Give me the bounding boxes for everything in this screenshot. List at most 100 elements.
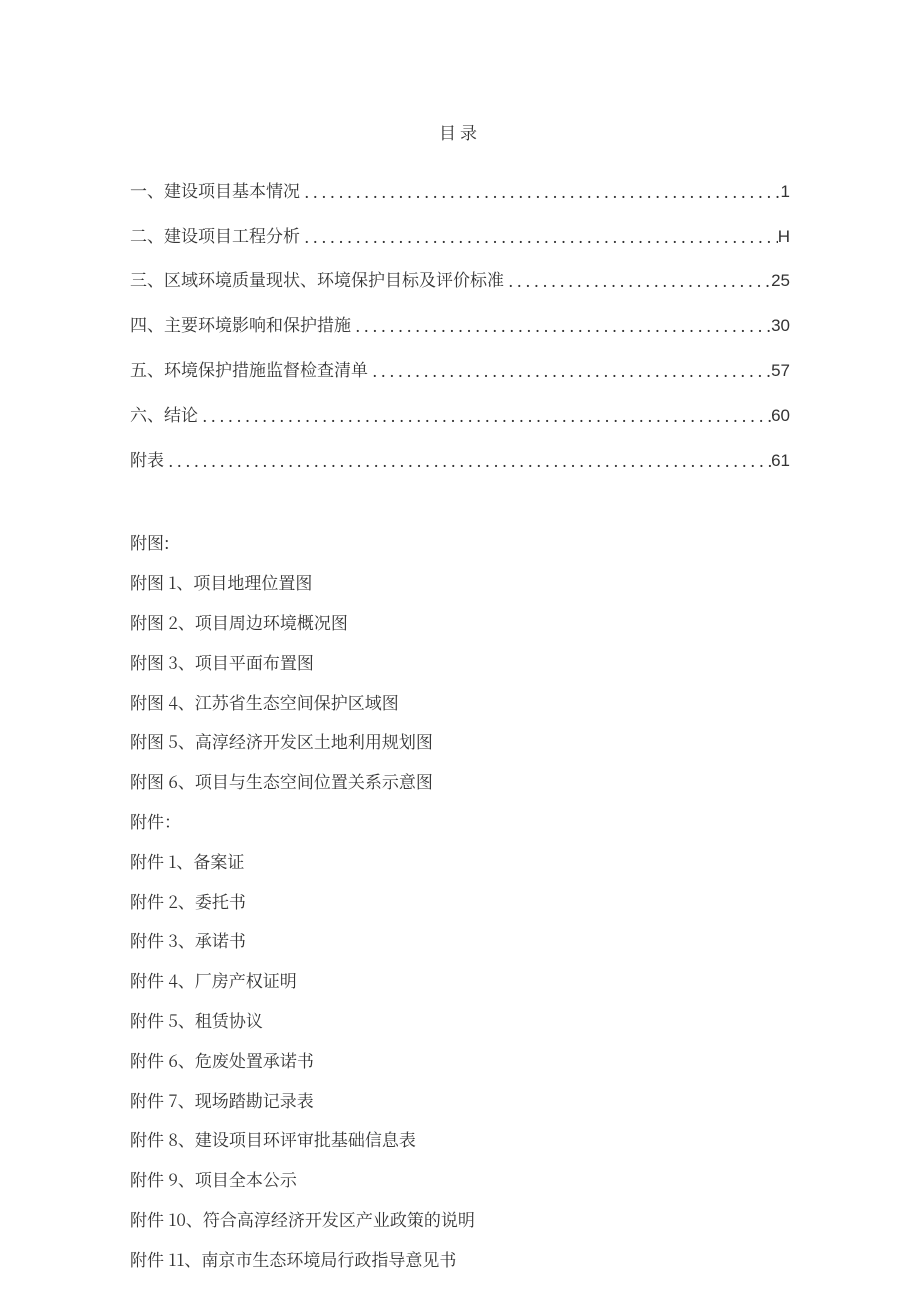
item-prefix: 附图 [130,768,164,793]
list-item: 附图 1、项目地理位置图 [130,570,790,594]
toc-entry: 六、结论 60 [130,402,790,428]
list-item: 附图 6、项目与生态空间位置关系示意图 [130,769,790,793]
item-text: 委托书 [195,888,246,913]
item-prefix: 附件 [130,1126,164,1151]
item-text: 现场踏勘记录表 [195,1087,314,1112]
list-item: 附图 3、项目平面布置图 [130,650,790,674]
item-sep: 、 [186,1206,203,1231]
toc-label: 五、环境保护措施监督检查清单 [130,357,368,381]
list-item: 附件 6、危废处置承诺书 [130,1048,790,1072]
list-item: 附件 7、现场踏勘记录表 [130,1088,790,1112]
toc-entry: 附表 61 [130,447,790,473]
item-number: 3 [168,927,177,952]
toc-leader [198,403,771,427]
item-number: 11 [168,1246,184,1271]
toc-page-number: 61 [771,449,790,473]
item-prefix: 附图 [130,649,164,674]
item-sep: 、 [178,1047,195,1072]
list-item: 附件 11、南京市生态环境局行政指导意见书 [130,1247,790,1271]
item-text: 备案证 [193,848,244,873]
list-item: 附图 5、高淳经济开发区土地利用规划图 [130,729,790,753]
item-prefix: 附图 [130,609,164,634]
toc-page-number: 1 [781,180,790,204]
list-item: 附件 4、厂房产权证明 [130,968,790,992]
toc-leader [300,224,778,248]
toc-page-number: 30 [771,314,790,338]
item-text: 项目地理位置图 [193,569,312,594]
item-prefix: 附件 [130,888,164,913]
figures-heading: 附图: [130,530,790,554]
item-sep: 、 [178,768,195,793]
item-prefix: 附件 [130,848,164,873]
list-item: 附件 5、租赁协议 [130,1008,790,1032]
figures-list: 附图 1、项目地理位置图 附图 2、项目周边环境概况图 附图 3、项目平面布置图… [130,570,790,793]
page-title: 目录 [130,120,790,144]
item-sep: 、 [176,569,193,594]
toc-label: 四、主要环境影响和保护措施 [130,312,351,336]
item-number: 5 [168,1007,178,1032]
figures-section: 附图: 附图 1、项目地理位置图 附图 2、项目周边环境概况图 附图 3、项目平… [130,530,790,793]
table-of-contents: 一、建设项目基本情况 1 二、建设项目工程分析 H 三、区域环境质量现状、环境保… [130,178,790,473]
list-item: 附图 2、项目周边环境概况图 [130,610,790,634]
item-number: 3 [168,649,177,674]
item-text: 符合高淳经济开发区产业政策的说明 [203,1206,475,1231]
toc-entry: 四、主要环境影响和保护措施 30 [130,312,790,338]
item-prefix: 附图 [130,569,164,594]
toc-entry: 五、环境保护措施监督检查清单 57 [130,357,790,383]
item-prefix: 附件 [130,967,164,992]
list-item: 附件 10、符合高淳经济开发区产业政策的说明 [130,1207,790,1231]
item-number: 8 [168,1126,178,1151]
attachments-section: 附件： 附件 1、备案证 附件 2、委托书 附件 3、承诺书 附件 4、厂房产权… [130,809,790,1271]
toc-leader [164,448,771,472]
list-item: 附件 1、备案证 [130,849,790,873]
toc-leader [300,179,781,203]
item-number: 9 [168,1166,178,1191]
toc-leader [504,268,771,292]
item-prefix: 附件 [130,1246,164,1271]
item-number: 10 [168,1206,185,1231]
item-text: 承诺书 [195,927,246,952]
item-number: 2 [168,888,178,913]
item-text: 项目全本公示 [195,1166,297,1191]
toc-label: 六、结论 [130,402,198,426]
toc-label: 二、建设项目工程分析 [130,223,300,247]
toc-entry: 一、建设项目基本情况 1 [130,178,790,204]
item-prefix: 附件 [130,1166,164,1191]
toc-label: 附表 [130,447,164,471]
item-sep: 、 [176,848,193,873]
document-page: 目录 一、建设项目基本情况 1 二、建设项目工程分析 H 三、区域环境质量现状、… [0,0,920,1301]
list-item: 附件 3、承诺书 [130,928,790,952]
item-number: 5 [168,728,178,753]
item-sep: 、 [178,728,195,753]
item-number: 7 [168,1087,177,1112]
item-number: 6 [168,1047,178,1072]
item-sep: 、 [178,967,195,992]
item-prefix: 附图 [130,689,164,714]
item-sep: 、 [184,1246,201,1271]
item-prefix: 附件 [130,1007,164,1032]
item-number: 4 [168,967,177,992]
item-sep: 、 [178,927,195,952]
toc-label: 三、区域环境质量现状、环境保护目标及评价标准 [130,267,504,291]
item-text: 项目平面布置图 [195,649,314,674]
toc-label: 一、建设项目基本情况 [130,178,300,202]
item-text: 建设项目环评审批基础信息表 [195,1126,416,1151]
item-text: 项目周边环境概况图 [195,609,348,634]
list-item: 附图 4、江苏省生态空间保护区域图 [130,690,790,714]
toc-leader [351,313,771,337]
attachments-heading: 附件： [130,809,790,833]
item-sep: 、 [178,1087,195,1112]
item-sep: 、 [178,1126,195,1151]
item-text: 南京市生态环境局行政指导意见书 [201,1246,456,1271]
toc-leader [368,358,771,382]
toc-page-number: 60 [771,404,790,428]
item-text: 厂房产权证明 [195,967,297,992]
toc-entry: 三、区域环境质量现状、环境保护目标及评价标准 25 [130,267,790,293]
item-sep: 、 [178,649,195,674]
toc-page-number: 57 [771,359,790,383]
item-text: 项目与生态空间位置关系示意图 [195,768,433,793]
list-item: 附件 2、委托书 [130,889,790,913]
toc-page-number: 25 [771,269,790,293]
item-prefix: 附件 [130,1087,164,1112]
toc-page-number: H [778,225,790,249]
